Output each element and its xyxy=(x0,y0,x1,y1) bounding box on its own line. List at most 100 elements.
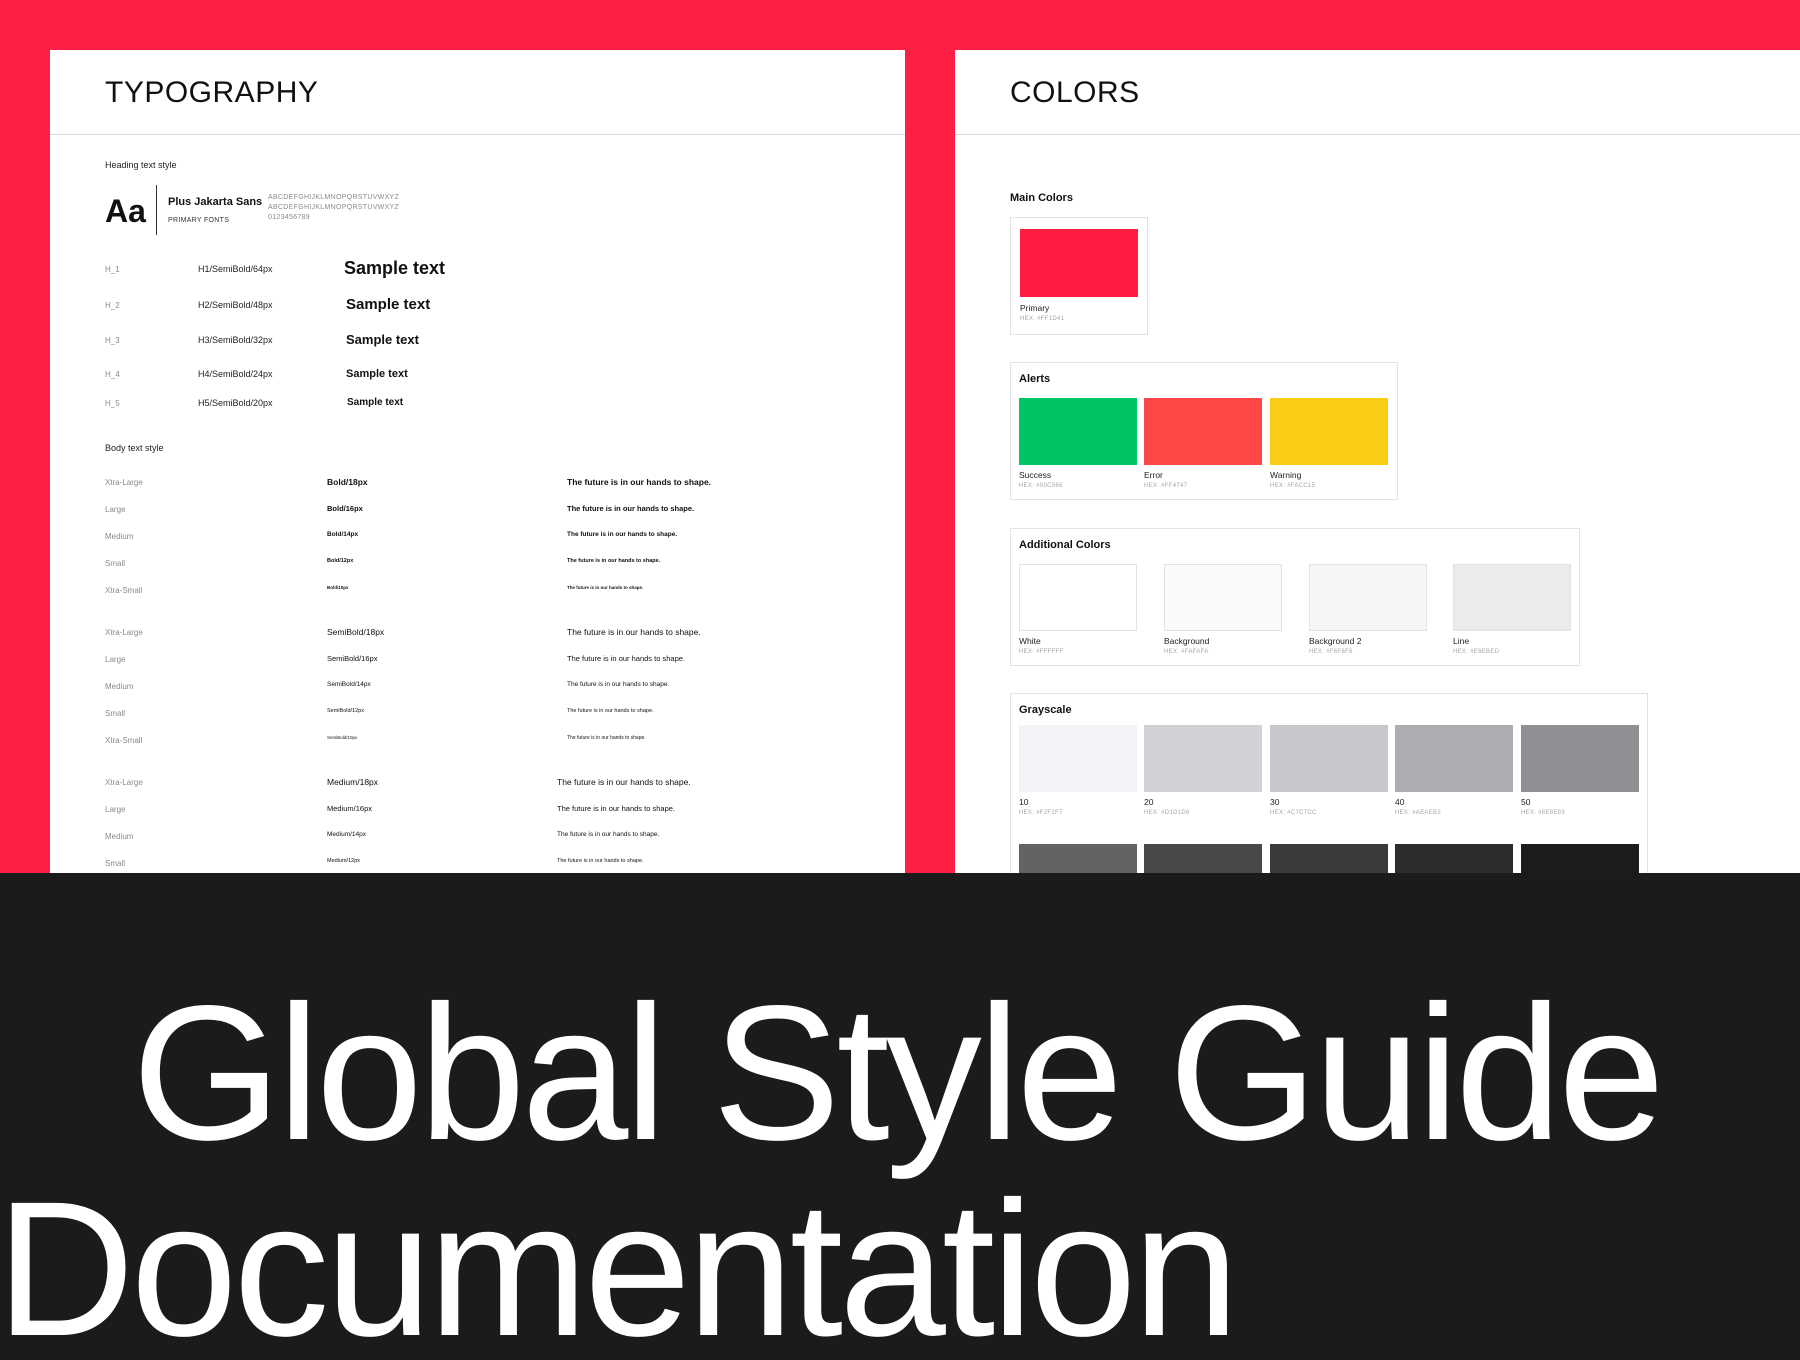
body-sample: The future is in our hands to shape. xyxy=(567,708,654,714)
body-size-label: Xtra-Large xyxy=(105,478,143,487)
heading-sample: Sample text xyxy=(346,368,408,380)
body-size-label: Small xyxy=(105,559,126,568)
colors-panel: COLORS Main Colors Primary HEX: #FF1D41 … xyxy=(955,50,1800,873)
body-size-label: Large xyxy=(105,805,126,814)
swatch-success xyxy=(1019,398,1137,465)
swatch-hex: HEX: #F6F6F6 xyxy=(1309,649,1353,655)
swatch-primary xyxy=(1020,229,1138,297)
swatch-name: Background 2 xyxy=(1309,636,1362,646)
swatch-gray-10 xyxy=(1019,725,1137,792)
swatch-gray-80 xyxy=(1270,844,1388,873)
body-sample: The future is in our hands to shape. xyxy=(567,531,678,538)
body-sample: The future is in our hands to shape. xyxy=(567,504,695,513)
font-name: Plus Jakarta Sans xyxy=(168,196,263,208)
body-spec: SemiBold/12px xyxy=(327,708,364,714)
font-digits: 0123456789 xyxy=(268,214,310,221)
swatch-error xyxy=(1144,398,1262,465)
heading-spec: H1/SemiBold/64px xyxy=(198,264,273,274)
swatch-gray-20 xyxy=(1144,725,1262,792)
swatch-gray-40 xyxy=(1395,725,1513,792)
body-sample: The future is in our hands to shape. xyxy=(567,681,670,688)
heading-label: H_5 xyxy=(105,399,120,408)
body-sample: The future is in our hands to shape. xyxy=(567,477,712,487)
swatch-gray-100 xyxy=(1521,844,1639,873)
swatch-gray-60 xyxy=(1019,844,1137,873)
font-subtitle: PRIMARY FONTS xyxy=(168,217,230,224)
colors-title: COLORS xyxy=(1010,76,1140,109)
swatch-name: 30 xyxy=(1270,797,1280,807)
body-spec: Medium/12px xyxy=(327,858,361,864)
body-spec: Bold/18px xyxy=(327,477,368,487)
body-sample: The future is in our hands to shape. xyxy=(567,627,701,637)
swatch-background-2 xyxy=(1309,564,1427,631)
heading-label: H_3 xyxy=(105,336,120,345)
heading-spec: H3/SemiBold/32px xyxy=(198,335,273,345)
body-size-label: Large xyxy=(105,655,126,664)
swatch-warning xyxy=(1270,398,1388,465)
swatch-name: White xyxy=(1019,636,1041,646)
body-spec: Bold/16px xyxy=(327,504,363,513)
heading-sample: Sample text xyxy=(346,332,419,347)
swatch-hex: HEX: #AEAEB2 xyxy=(1395,810,1441,816)
body-spec: Bold/12px xyxy=(327,558,354,564)
body-size-label: Small xyxy=(105,859,126,868)
title-banner: Global Style Guide Documentation xyxy=(0,873,1800,1360)
grayscale-title: Grayscale xyxy=(1019,704,1072,716)
typography-panel: TYPOGRAPHY Heading text style Aa Plus Ja… xyxy=(50,50,905,873)
body-spec: Medium/18px xyxy=(327,777,379,787)
swatch-hex: HEX: #FF4747 xyxy=(1144,483,1188,489)
swatch-gray-30 xyxy=(1270,725,1388,792)
heading-label: H_1 xyxy=(105,265,120,274)
body-spec: SemiBold/16px xyxy=(327,654,378,663)
swatch-name: 20 xyxy=(1144,797,1154,807)
font-alphabet-upper: ABCDEFGHIJKLMNOPQRSTUVWXYZ xyxy=(268,194,400,201)
swatch-gray-50 xyxy=(1521,725,1639,792)
swatch-hex: HEX: #FACC15 xyxy=(1270,483,1316,489)
swatch-white xyxy=(1019,564,1137,631)
alerts-title: Alerts xyxy=(1019,373,1051,385)
banner-title-line-2: Documentation xyxy=(0,1161,1239,1360)
alerts-card: Alerts Success HEX: #00C566 Error HEX: #… xyxy=(1010,362,1398,500)
body-size-label: Xtra-Large xyxy=(105,628,143,637)
body-sample: The future is in our hands to shape. xyxy=(557,804,675,813)
body-spec: SemiBold/14px xyxy=(327,681,371,688)
additional-colors-title: Additional Colors xyxy=(1019,539,1111,551)
swatch-hex: HEX: #FFFFFF xyxy=(1019,649,1064,655)
main-colors-title: Main Colors xyxy=(1010,192,1073,204)
heading-spec: H2/SemiBold/48px xyxy=(198,300,273,310)
swatch-name: Success xyxy=(1019,470,1052,480)
body-spec: Bold/10px xyxy=(327,585,349,590)
main-colors-card: Primary HEX: #FF1D41 xyxy=(1010,217,1148,335)
swatch-background xyxy=(1164,564,1282,631)
swatch-hex: HEX: #E9EBED xyxy=(1453,649,1500,655)
body-size-label: Xtra-Small xyxy=(105,736,143,745)
additional-colors-card: Additional Colors White HEX: #FFFFFF Bac… xyxy=(1010,528,1580,666)
body-sample: The future is in our hands to shape. xyxy=(567,735,646,741)
heading-spec: H4/SemiBold/24px xyxy=(198,369,273,379)
body-sample: The future is in our hands to shape. xyxy=(567,654,685,663)
swatch-hex: HEX: #8E8E93 xyxy=(1521,810,1565,816)
body-spec: SemiBold/10px xyxy=(327,735,358,740)
swatch-name: Warning xyxy=(1270,470,1302,480)
swatch-name: Primary xyxy=(1020,303,1050,313)
typography-header: TYPOGRAPHY xyxy=(50,50,905,135)
body-size-label: Xtra-Small xyxy=(105,586,143,595)
heading-sample: Sample text xyxy=(346,296,431,313)
swatch-name: 40 xyxy=(1395,797,1405,807)
body-size-label: Xtra-Large xyxy=(105,778,143,787)
body-spec: Medium/14px xyxy=(327,831,367,838)
body-spec: Medium/16px xyxy=(327,804,373,813)
typography-title: TYPOGRAPHY xyxy=(105,76,319,109)
swatch-hex: HEX: #00C566 xyxy=(1019,483,1063,489)
swatch-name: 10 xyxy=(1019,797,1029,807)
grayscale-card: Grayscale 10 HEX: #F2F2F7 20 HEX: #D1D1D… xyxy=(1010,693,1648,873)
body-size-label: Medium xyxy=(105,682,134,691)
body-size-label: Small xyxy=(105,709,126,718)
swatch-name: Background xyxy=(1164,636,1210,646)
body-size-label: Medium xyxy=(105,832,134,841)
swatch-gray-90 xyxy=(1395,844,1513,873)
body-sample: The future is in our hands to shape. xyxy=(567,585,644,590)
swatch-line xyxy=(1453,564,1571,631)
body-sample: The future is in our hands to shape. xyxy=(557,858,644,864)
body-spec: Bold/14px xyxy=(327,531,359,538)
